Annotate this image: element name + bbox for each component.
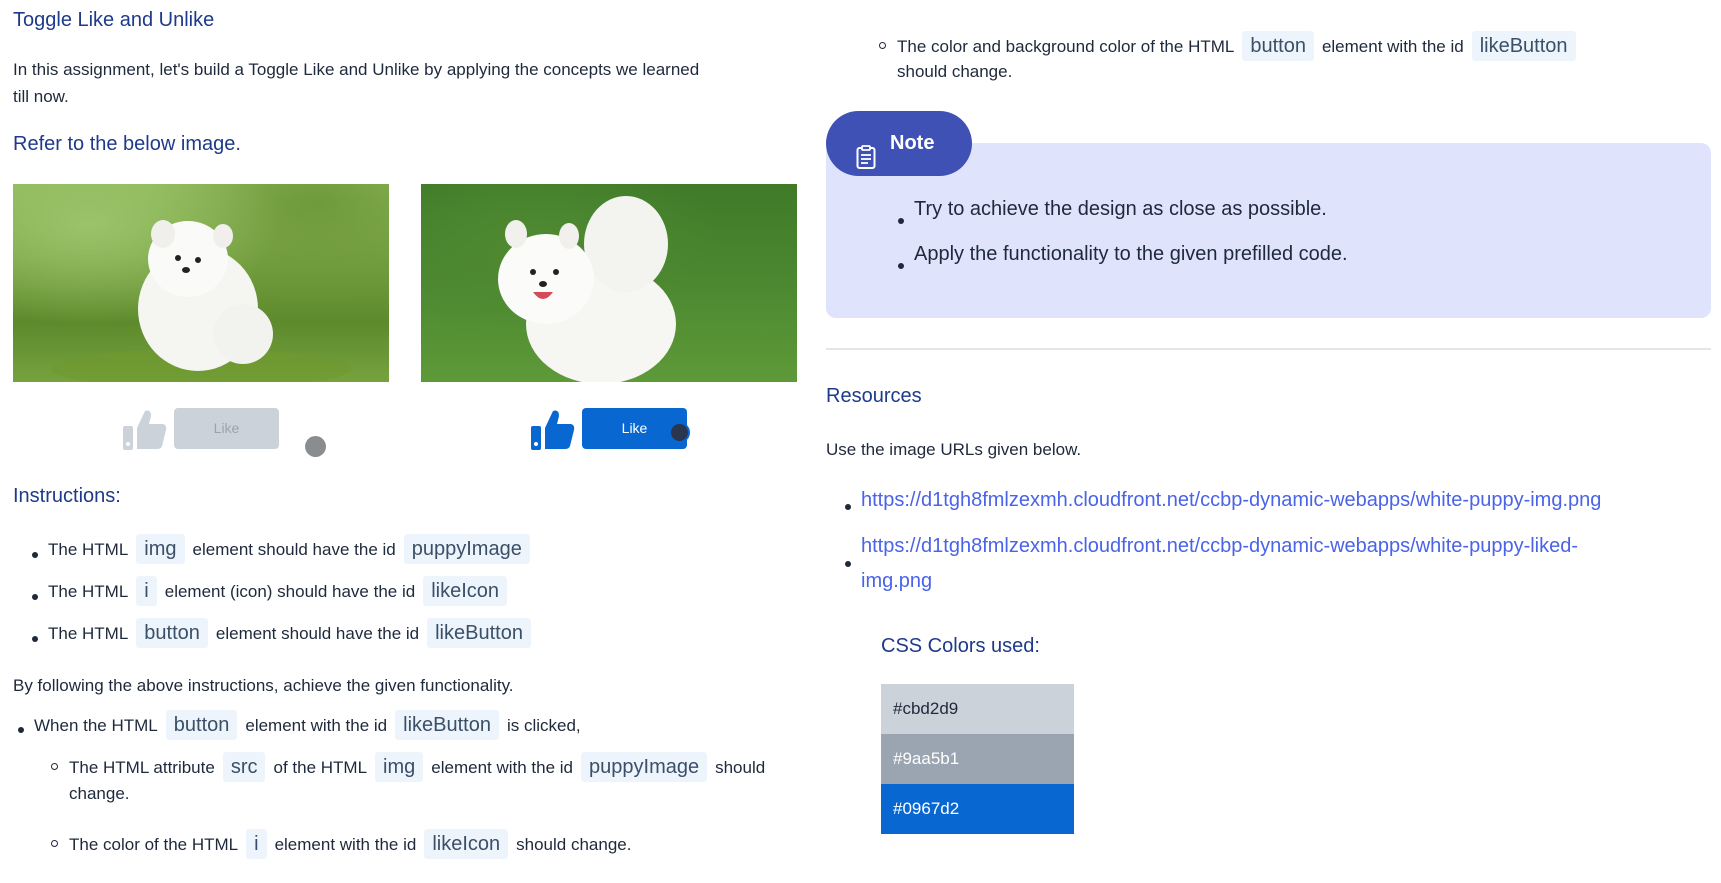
white-puppy-img-link[interactable]: https://d1tgh8fmlzexmh.cloudfront.net/cc… (861, 489, 1601, 511)
list-item: The HTML attribute src of the HTML img eleme… (51, 752, 849, 805)
resources-list: https://d1tgh8fmlzexmh.cloudfront.net/cc… (845, 484, 1721, 599)
like-icon-liked (531, 408, 575, 455)
functionality-sublist: The HTML attribute src of the HTML img eleme… (51, 752, 849, 860)
note-label: Note (890, 132, 935, 154)
color-swatches: #cbd2d9 #9aa5b1 #0967d2 (881, 684, 1074, 834)
list-item: The color of the HTML i element with the i… (51, 829, 849, 860)
instructions-heading: Instructions: (13, 485, 121, 507)
note-list: Try to achieve the design as close as po… (898, 198, 1348, 288)
like-icon-unliked (123, 408, 167, 455)
list-item: The color and background color of the HT… (879, 31, 1677, 82)
instructions-list: The HTML img element should have the id pup… (32, 534, 539, 660)
swatch-0967d2: #0967d2 (881, 784, 1074, 834)
page-title: Toggle Like and Unlike (13, 9, 215, 31)
color-change-list: The color and background color of the HT… (879, 31, 1677, 82)
code-img: img (136, 534, 185, 564)
list-item: https://d1tgh8fmlzexmh.cloudfront.net/cc… (845, 529, 1721, 599)
list-item: The HTML i element (icon) should have the … (32, 576, 539, 618)
intro-text: In this assignment, let's build a Toggle… (13, 60, 700, 106)
code-puppyImage: puppyImage (403, 534, 530, 564)
code-button: button (136, 618, 208, 648)
functionality-list: When the HTML button element with the id li… (18, 710, 581, 750)
list-item: Apply the functionality to the given pre… (898, 243, 1348, 288)
resources-heading: Resources (826, 385, 922, 407)
list-item: When the HTML button element with the id li… (18, 710, 581, 750)
note-badge: Note (826, 111, 972, 176)
clipboard-icon (856, 131, 876, 196)
list-item: Try to achieve the design as close as po… (898, 198, 1348, 243)
divider (826, 348, 1711, 350)
cursor-indicator-2 (669, 422, 690, 443)
code-likeIcon: likeIcon (423, 576, 507, 606)
puppy-image-unliked (13, 184, 389, 382)
white-puppy-liked-img-link[interactable]: https://d1tgh8fmlzexmh.cloudfront.net/cc… (861, 535, 1578, 592)
code-i: i (136, 576, 157, 606)
list-item: The HTML img element should have the id pup… (32, 534, 539, 576)
list-item: https://d1tgh8fmlzexmh.cloudfront.net/cc… (845, 484, 1721, 529)
resources-text: Use the image URLs given below. (826, 440, 1082, 459)
cursor-indicator (305, 436, 326, 457)
follow-text: By following the above instructions, ach… (13, 676, 514, 695)
code-likeButton: likeButton (427, 618, 531, 648)
css-colors-heading: CSS Colors used: (881, 635, 1040, 657)
like-button-unliked: Like (174, 408, 279, 449)
swatch-cbd2d9: #cbd2d9 (881, 684, 1074, 734)
puppy-image-liked (421, 184, 797, 382)
refer-heading: Refer to the below image. (13, 133, 241, 155)
list-item: The HTML button element should have the id… (32, 618, 539, 660)
swatch-9aa5b1: #9aa5b1 (881, 734, 1074, 784)
